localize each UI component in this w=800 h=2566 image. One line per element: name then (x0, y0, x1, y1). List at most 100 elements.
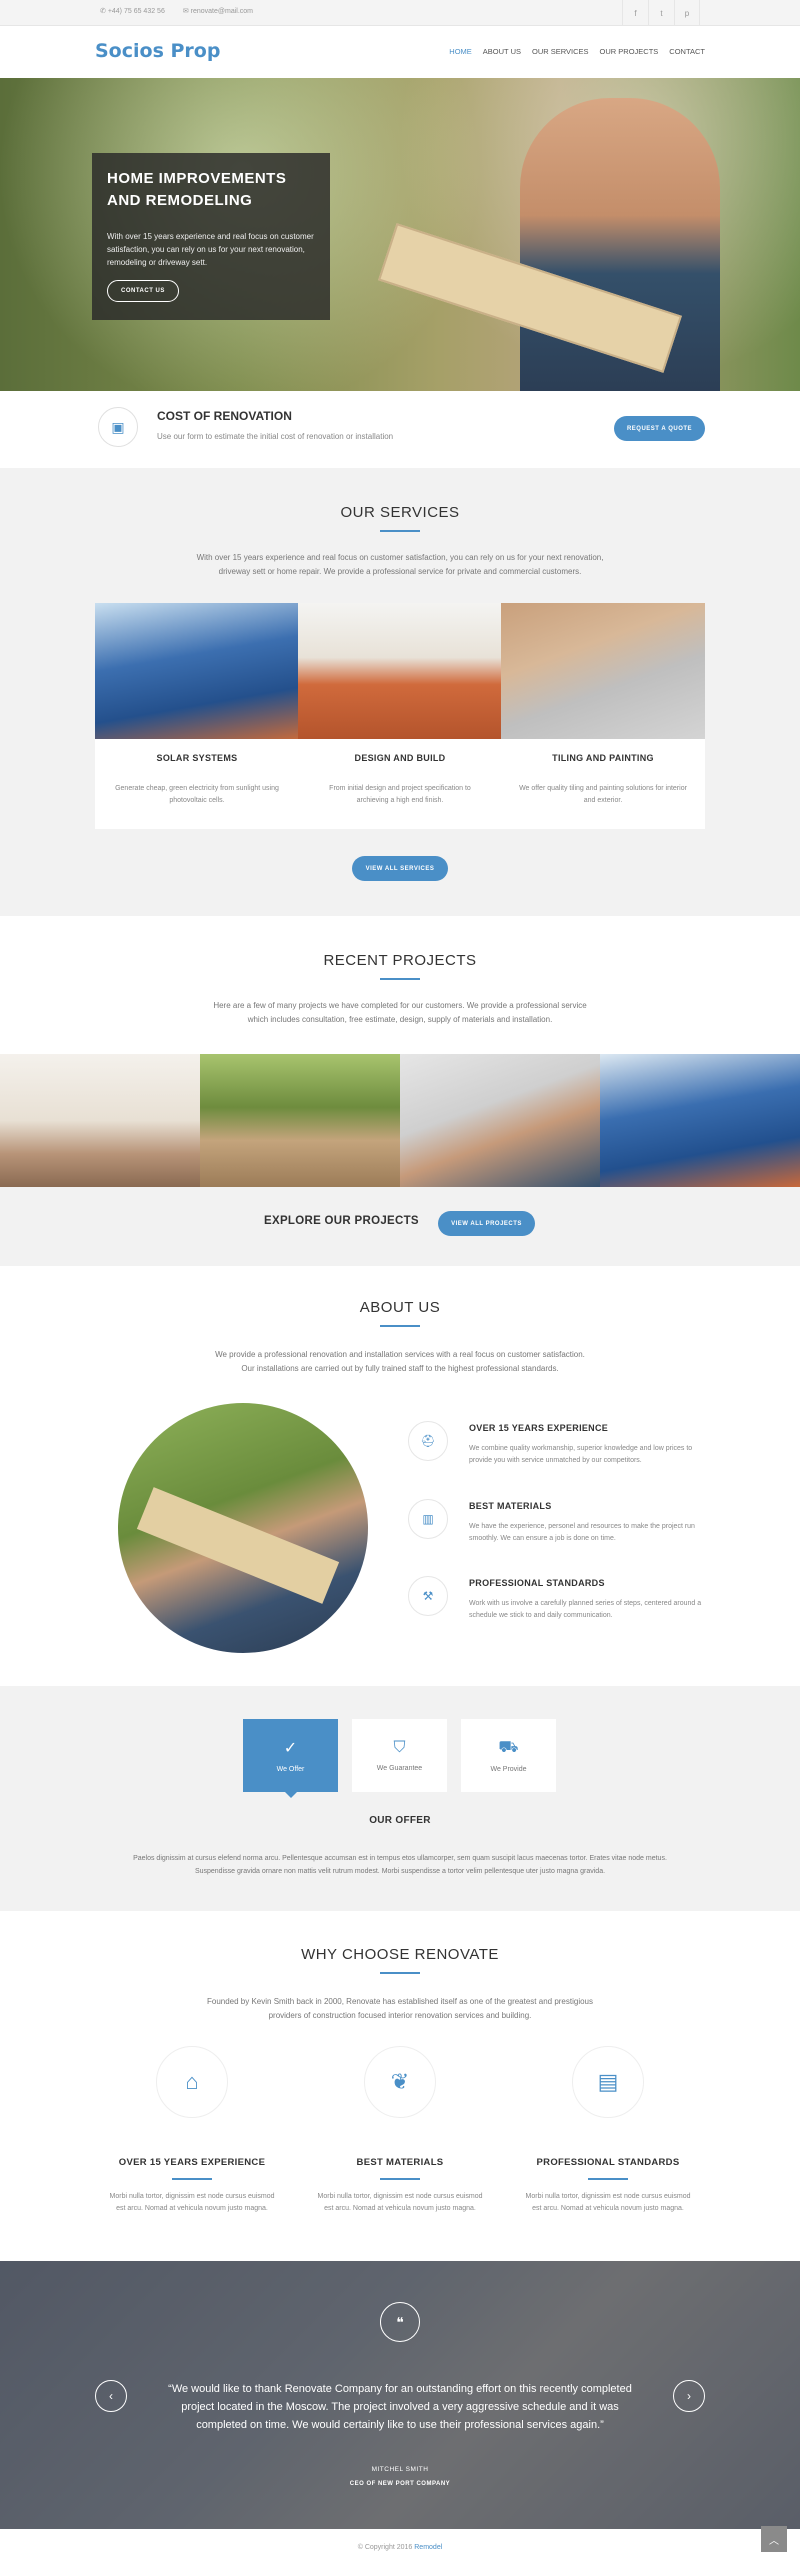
nav-services[interactable]: OUR SERVICES (532, 47, 589, 56)
house-icon: ⌂ (156, 2046, 228, 2118)
nav-about[interactable]: ABOUT US (483, 47, 521, 56)
tiling-image (501, 603, 705, 739)
hero-title: HOME IMPROVEMENTS AND REMODELING (107, 170, 287, 209)
feature-text: Work with us involve a carefully planned… (469, 1600, 702, 1619)
feature-title: BEST MATERIALS (469, 1501, 552, 1511)
services-title: OUR SERVICES (340, 504, 460, 521)
twitter-icon[interactable]: t (648, 0, 674, 26)
explore-projects-bar: EXPLORE OUR PROJECTS VIEW ALL PROJECTS (0, 1187, 800, 1266)
projects-title: RECENT PROJECTS (323, 952, 477, 969)
tab-label: We Provide (490, 1766, 527, 1773)
service-text: Generate cheap, green electricity from s… (115, 785, 279, 804)
service-text: From initial design and project specific… (329, 785, 471, 804)
projects-intro: Here are a few of many projects we have … (213, 1001, 587, 1024)
phone-text: +44) 75 65 432 56 (107, 8, 165, 15)
tab-we-offer[interactable]: ✓ We Offer (243, 1719, 338, 1792)
view-all-projects-button[interactable]: VIEW ALL PROJECTS (438, 1211, 535, 1236)
why-item-text: Morbi nulla tortor, dignissim est node c… (525, 2193, 691, 2212)
service-title: TILING AND PAINTING (552, 753, 654, 763)
mail-icon: ✉ (182, 8, 191, 15)
social-links: f t p (622, 0, 700, 26)
services-intro: With over 15 years experience and real f… (196, 553, 604, 576)
hero-caption: HOME IMPROVEMENTS AND REMODELING With ove… (92, 153, 330, 320)
projects-section: RECENT PROJECTS Here are a few of many p… (0, 916, 800, 1266)
why-intro: Founded by Kevin Smith back in 2000, Ren… (206, 1997, 594, 2020)
nav-contact[interactable]: CONTACT (669, 47, 705, 56)
testimonial-quote: “We would like to thank Renovate Company… (168, 2383, 632, 2431)
hero-banner: HOME IMPROVEMENTS AND REMODELING With ove… (0, 78, 800, 391)
why-item-text: Morbi nulla tortor, dignissim est node c… (317, 2193, 483, 2212)
feature-title: OVER 15 YEARS EXPERIENCE (469, 1423, 609, 1433)
footer-brand-link[interactable]: Remodel (414, 2544, 442, 2551)
tab-label: We Offer (276, 1766, 305, 1773)
why-item-underline (380, 2178, 420, 2180)
nav-projects[interactable]: OUR PROJECTS (600, 47, 659, 56)
why-title: WHY CHOOSE RENOVATE (301, 1946, 499, 1963)
circle-wood-plank (136, 1487, 340, 1604)
service-card-tiling[interactable]: TILING AND PAINTING We offer quality til… (501, 603, 705, 829)
chat-check-icon: ✓ (283, 1740, 298, 1757)
tab-label: We Guarantee (376, 1765, 423, 1772)
email-text[interactable]: renovate@mail.com (191, 8, 253, 15)
plant-hand-icon: ❦ (364, 2046, 436, 2118)
about-section: ABOUT US We provide a professional renov… (0, 1266, 800, 1686)
feature-text: We combine quality workmanship, superior… (469, 1445, 693, 1464)
prev-arrow-icon[interactable]: ‹ (95, 2380, 127, 2412)
why-item-experience: ⌂ OVER 15 YEARS EXPERIENCE Morbi nulla t… (87, 2046, 297, 2215)
why-item-title: PROFESSIONAL STANDARDS (536, 2157, 680, 2168)
request-quote-button[interactable]: REQUEST A QUOTE (614, 416, 705, 441)
speech-bubble-icon: ❝ (380, 2302, 420, 2342)
email-item[interactable]: ✉ renovate@mail.com (183, 7, 253, 15)
solar-image (95, 603, 299, 739)
offer-section: ✓ We Offer ⛉ We Guarantee ⛟ We Provide O… (0, 1686, 800, 1911)
nav-home[interactable]: HOME (449, 47, 472, 56)
phone-icon: ✆ (100, 8, 108, 15)
service-card-design[interactable]: DESIGN AND BUILD From initial design and… (298, 603, 502, 829)
cost-text: Use our form to estimate the initial cos… (157, 432, 394, 441)
tab-we-provide[interactable]: ⛟ We Provide (461, 1719, 556, 1792)
why-item-underline (172, 2178, 212, 2180)
project-image-solar[interactable] (600, 1054, 800, 1187)
copyright-text: © Copyright 2016 (357, 2544, 413, 2551)
service-text: We offer quality tiling and painting sol… (519, 785, 687, 804)
testimonial-name: MITCHEL SMITH (371, 2466, 429, 2473)
why-item-underline (588, 2178, 628, 2180)
navbar: Socios Prop HOME ABOUT US OUR SERVICES O… (0, 26, 800, 78)
projects-title-underline (380, 978, 420, 980)
phone-item: ✆ +44) 75 65 432 56 (100, 7, 165, 15)
pinterest-icon[interactable]: p (674, 0, 700, 26)
calculator-icon: ▣ (98, 407, 138, 447)
why-item-materials: ❦ BEST MATERIALS Morbi nulla tortor, dig… (295, 2046, 505, 2215)
helmet-icon: ⛑ (408, 1421, 448, 1461)
bricks-image (298, 603, 502, 739)
back-to-top-icon[interactable]: ︿ (761, 2526, 787, 2552)
service-title: SOLAR SYSTEMS (156, 753, 238, 763)
testimonial-section: ❝ ‹ › “We would like to thank Renovate C… (0, 2261, 800, 2529)
about-intro: We provide a professional renovation and… (215, 1350, 585, 1373)
view-all-services-button[interactable]: VIEW ALL SERVICES (352, 856, 448, 881)
offer-title: OUR OFFER (369, 1815, 431, 1826)
drill-icon: ⚒ (408, 1576, 448, 1616)
hero-text: With over 15 years experience and real f… (107, 232, 314, 267)
project-image-plumbing[interactable] (400, 1054, 600, 1187)
tab-we-guarantee[interactable]: ⛉ We Guarantee (352, 1719, 447, 1792)
shield-check-icon: ⛉ (393, 1739, 406, 1756)
service-card-solar[interactable]: SOLAR SYSTEMS Generate cheap, green elec… (95, 603, 299, 829)
top-bar: ✆ +44) 75 65 432 56 ✉ renovate@mail.com … (0, 0, 800, 26)
project-image-living-room[interactable] (0, 1054, 200, 1187)
logo[interactable]: Socios Prop (95, 40, 220, 62)
footer: © Copyright 2016 Remodel (0, 2529, 800, 2566)
feature-text: We have the experience, personel and res… (469, 1523, 695, 1542)
testimonial-role: CEO OF NEW PORT COMPANY (349, 2481, 451, 2487)
cost-of-renovation: ▣ COST OF RENOVATION Use our form to est… (0, 391, 800, 468)
feature-title: PROFESSIONAL STANDARDS (469, 1578, 605, 1588)
project-image-garden-path[interactable] (200, 1054, 400, 1187)
paint-roller-icon: ▥ (408, 1499, 448, 1539)
why-item-standards: ▤ PROFESSIONAL STANDARDS Morbi nulla tor… (503, 2046, 713, 2215)
facebook-icon[interactable]: f (622, 0, 648, 26)
next-arrow-icon[interactable]: › (673, 2380, 705, 2412)
explore-title: EXPLORE OUR PROJECTS (264, 1215, 419, 1227)
main-menu: HOME ABOUT US OUR SERVICES OUR PROJECTS … (449, 47, 705, 56)
why-item-title: OVER 15 YEARS EXPERIENCE (118, 2157, 266, 2168)
contact-us-button[interactable]: CONTACT US (107, 280, 179, 302)
